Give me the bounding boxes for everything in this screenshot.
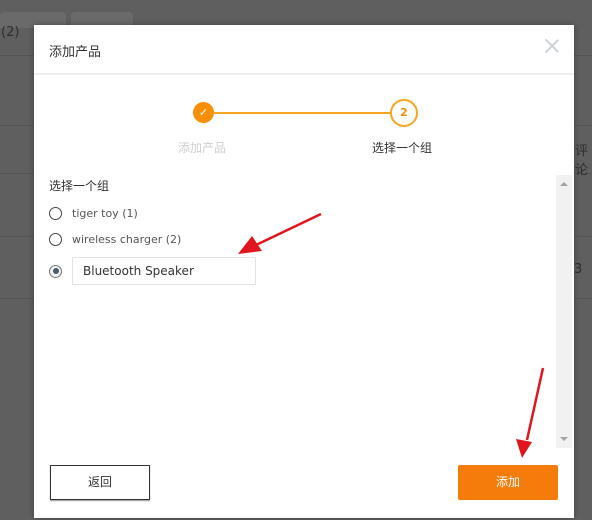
new-group-name-input[interactable] (72, 257, 256, 285)
radio-button[interactable] (49, 233, 62, 246)
step-2-label: 选择一个组 (372, 141, 433, 155)
stepper: ✓ 2 添加产品 选择一个组 (34, 97, 574, 157)
add-button[interactable]: 添加 (458, 465, 558, 500)
scroll-up-icon[interactable] (560, 182, 568, 186)
radio-button[interactable] (49, 207, 62, 220)
back-button[interactable]: 返回 (50, 465, 150, 500)
step-1-indicator: ✓ (193, 102, 214, 123)
close-icon[interactable] (544, 38, 560, 54)
group-select-panel: 选择一个组 tiger toy (1) wireless charger (2) (34, 175, 574, 450)
check-icon: ✓ (198, 106, 209, 119)
modal-title: 添加产品 (49, 45, 102, 60)
bg-column-header: 评论 (575, 144, 589, 178)
section-title: 选择一个组 (49, 179, 110, 193)
step-connector (214, 112, 392, 114)
bg-cell-value: 3 (574, 262, 583, 277)
step-2-indicator: 2 (390, 99, 418, 127)
step-1-label: 添加产品 (178, 141, 227, 155)
group-option-label: wireless charger (2) (72, 233, 182, 246)
scrollbar[interactable] (556, 175, 572, 448)
modal-header: 添加产品 (34, 25, 574, 75)
bg-tab-count: (2) (1, 25, 20, 40)
group-option[interactable]: tiger toy (1) (49, 207, 138, 220)
radio-button-selected[interactable] (49, 264, 62, 278)
scroll-down-icon[interactable] (560, 437, 568, 441)
group-option[interactable]: wireless charger (2) (49, 233, 181, 246)
group-option-label: tiger toy (1) (72, 207, 138, 220)
new-group-option[interactable] (49, 257, 256, 285)
add-product-modal: 添加产品 ✓ 2 添加产品 选择一个组 选择一个组 tiger toy (1) … (34, 25, 574, 518)
